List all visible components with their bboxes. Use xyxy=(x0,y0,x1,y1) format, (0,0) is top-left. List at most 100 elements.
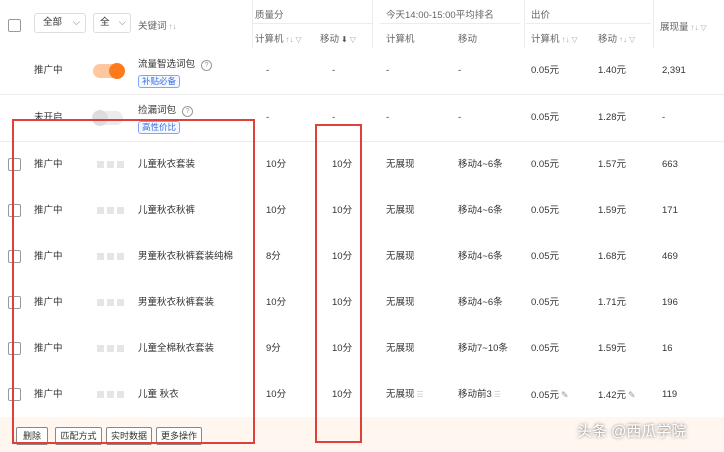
bid-mobile[interactable]: 1.59元 xyxy=(598,188,626,234)
bid-computer-header[interactable]: 计算机 ↑↓ ▽ xyxy=(531,31,578,45)
rank-group: 今天14:00-15:00平均排名 xyxy=(386,10,494,21)
sort-icon[interactable]: ↑↓ xyxy=(286,35,294,44)
keyword-cell: 流量智选词包? 补贴必备 xyxy=(138,48,213,94)
status-text: 推广中 xyxy=(34,65,63,76)
chevron-down-icon: ⌵ xyxy=(118,17,126,28)
select-all-checkbox[interactable] xyxy=(8,19,21,32)
rank-pc: - xyxy=(386,65,390,76)
divider xyxy=(252,23,372,24)
divider xyxy=(380,23,520,24)
bid-pc[interactable]: 0.05元 xyxy=(531,95,559,141)
quality-computer-header[interactable]: 计算机 ↑↓ ▽ xyxy=(255,31,302,45)
filter-icon[interactable]: ▽ xyxy=(629,35,635,44)
rank-pc: 无展现 xyxy=(386,389,415,400)
rank-computer-header: 计算机 xyxy=(386,34,415,45)
rank-mobile-header: 移动 xyxy=(458,34,478,45)
filter-icon[interactable]: ▽ xyxy=(572,35,578,44)
rank-pc: 无展现 xyxy=(386,159,415,170)
bid-pc[interactable]: 0.05元 xyxy=(531,326,559,372)
impressions-header[interactable]: 展现量 ↑↓ ▽ xyxy=(660,19,707,33)
filter-icon[interactable]: ▽ xyxy=(296,35,302,44)
keyword-header[interactable]: 关键词 ↑↓ xyxy=(138,18,177,32)
keyword-text[interactable]: 捡漏词包 xyxy=(138,105,176,116)
column-divider xyxy=(653,0,654,48)
impressions: - xyxy=(662,112,666,123)
quality-pc: 10分 xyxy=(266,297,287,308)
help-icon[interactable]: ? xyxy=(182,106,194,117)
rank-pc: 无展现 xyxy=(386,251,415,262)
trend-icon[interactable]: ☰ xyxy=(494,390,501,399)
bid-mobile-cell: 1.42元 ✎ xyxy=(598,372,636,418)
bid-mobile[interactable]: 1.71元 xyxy=(598,280,626,326)
rank-mobile: - xyxy=(458,65,462,76)
sort-icon[interactable]: ↑↓ xyxy=(169,22,177,31)
quality-computer-label: 计算机 xyxy=(255,34,284,45)
quality-pc: 10分 xyxy=(266,205,287,216)
quality-mobile-header[interactable]: 移动 ⬇ ▽ xyxy=(320,31,356,45)
quality-mobile-label: 移动 xyxy=(320,34,340,45)
rank-mobile: - xyxy=(458,112,462,123)
quality-pc: - xyxy=(266,65,270,76)
keyword-text[interactable]: 流量智选词包 xyxy=(138,59,195,70)
bid-mobile[interactable]: 1.59元 xyxy=(598,326,626,372)
status-filter-select[interactable]: 全部 ⌵ xyxy=(34,13,86,33)
bid-pc[interactable]: 0.05元 xyxy=(531,48,559,94)
highlight-box-mobile-quality xyxy=(315,124,362,443)
edit-pencil-icon[interactable]: ✎ xyxy=(628,390,636,400)
filter-icon[interactable]: ▽ xyxy=(701,23,707,32)
bid-pc[interactable]: 0.05元 xyxy=(531,280,559,326)
status-filter-value: 全部 xyxy=(43,17,63,28)
sort-icon[interactable]: ↑↓ xyxy=(691,23,699,32)
bid-mobile[interactable]: 1.28元 xyxy=(598,95,626,141)
impressions: 469 xyxy=(662,251,678,262)
table-header: 全部 ⌵ 全 ⌵ 关键词 ↑↓ 质量分 今天14:00-15:00平均排名 出价 … xyxy=(0,0,724,49)
keyword-header-label: 关键词 xyxy=(138,21,167,32)
rank-mobile: 移动4~6条 xyxy=(458,159,503,170)
impressions: 171 xyxy=(662,205,678,216)
help-icon[interactable]: ? xyxy=(201,60,213,71)
filter-icon[interactable]: ▽ xyxy=(350,35,356,44)
bid-mobile[interactable]: 1.57元 xyxy=(598,142,626,188)
bid-computer-label: 计算机 xyxy=(531,34,560,45)
quality-pc: - xyxy=(266,112,270,123)
column-divider xyxy=(372,0,373,48)
rank-pc: 无展现 xyxy=(386,205,415,216)
bid-mobile-header[interactable]: 移动 ↑↓ ▽ xyxy=(598,31,635,45)
type-filter-value: 全 xyxy=(100,17,110,28)
edit-pencil-icon[interactable]: ✎ xyxy=(561,390,569,400)
highlight-box-keywords xyxy=(12,119,255,444)
trend-icon[interactable]: ☰ xyxy=(417,390,424,399)
rank-mobile: 移动前3 xyxy=(458,389,492,400)
rank-mobile: 移动4~6条 xyxy=(458,297,503,308)
chevron-down-icon: ⌵ xyxy=(72,17,80,28)
impressions: 196 xyxy=(662,297,678,308)
sort-icon[interactable]: ↑↓ xyxy=(619,35,627,44)
quality-pc: 10分 xyxy=(266,389,287,400)
rank-mobile: 移动4~6条 xyxy=(458,205,503,216)
bid-pc[interactable]: 0.05元 xyxy=(531,234,559,280)
status-toggle[interactable] xyxy=(93,63,125,79)
column-divider xyxy=(524,0,525,48)
sort-desc-icon[interactable]: ⬇ xyxy=(341,35,348,44)
bid-group: 出价 xyxy=(531,10,551,21)
type-filter-select[interactable]: 全 ⌵ xyxy=(93,13,131,33)
rank-mobile: 移动4~6条 xyxy=(458,251,503,262)
rank-pc: 无展现 xyxy=(386,297,415,308)
bid-pc-cell: 0.05元 ✎ xyxy=(531,372,569,418)
sort-icon[interactable]: ↑↓ xyxy=(562,35,570,44)
quality-mobile: - xyxy=(332,65,336,76)
quality-pc: 8分 xyxy=(266,251,281,262)
rank-pc: 无展现 xyxy=(386,343,415,354)
bid-pc[interactable]: 0.05元 xyxy=(531,142,559,188)
toggle-knob xyxy=(109,63,125,79)
impressions: 2,391 xyxy=(662,65,686,76)
bid-pc[interactable]: 0.05元 xyxy=(531,188,559,234)
rank-mobile: 移动7~10条 xyxy=(458,343,508,354)
bid-pc[interactable]: 0.05元 xyxy=(531,390,559,401)
bid-mobile[interactable]: 1.68元 xyxy=(598,234,626,280)
divider xyxy=(526,23,651,24)
quality-pc: 9分 xyxy=(266,343,281,354)
bid-mobile[interactable]: 1.40元 xyxy=(598,48,626,94)
bid-mobile[interactable]: 1.42元 xyxy=(598,390,626,401)
impressions: 16 xyxy=(662,343,673,354)
